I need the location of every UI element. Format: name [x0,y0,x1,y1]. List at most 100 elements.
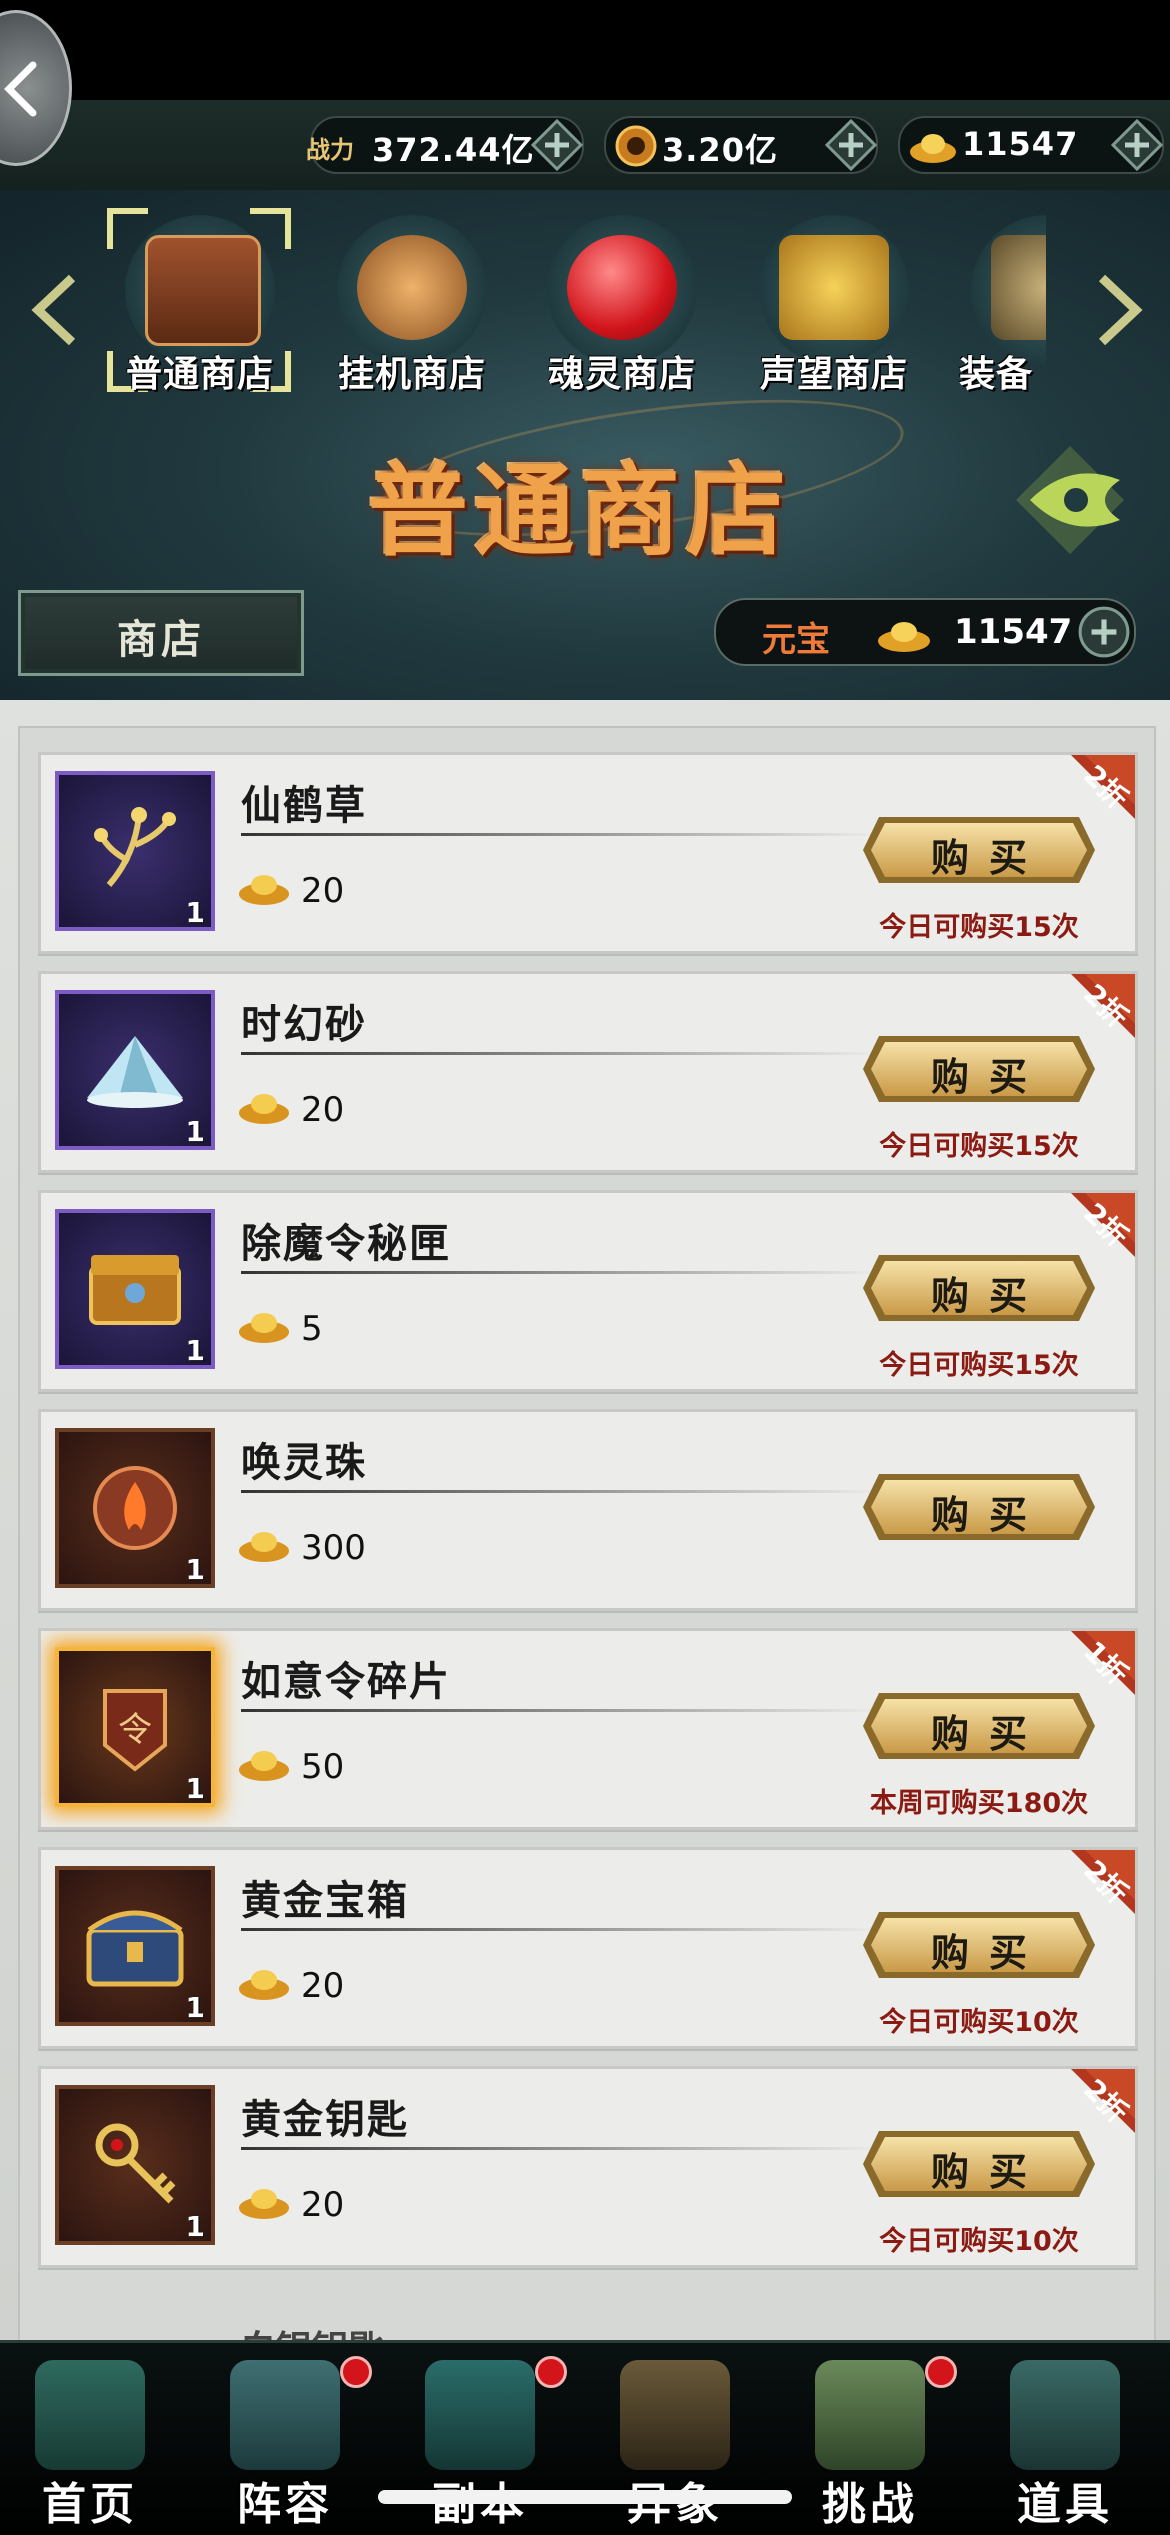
item-price: 20 [301,871,345,911]
crane-herb-icon[interactable]: 1 [55,771,215,931]
buy-button[interactable]: 购买 [861,1472,1097,1542]
notification-dot [535,2356,567,2388]
tab-general-shop[interactable]: 普通商店 [100,205,300,405]
notification-dot [925,2356,957,2388]
spirit-pearl-icon[interactable]: 1 [55,1428,215,1588]
item-name: 时幻砂 [241,1001,367,1048]
notification-dot [340,2356,372,2388]
item-quantity: 1 [185,1334,205,1367]
status-bar [0,0,1170,100]
home-pagoda-icon [35,2360,145,2470]
gold-ingot-icon [239,1094,289,1124]
time-sand-icon[interactable]: 1 [55,990,215,1150]
discount-ribbon: 2折 [1048,974,1135,1061]
item-price: 20 [301,1090,345,1130]
item-name: 黄金宝箱 [241,1877,409,1924]
item-quantity: 1 [185,896,205,929]
discount-ribbon: 2折 [1048,1850,1135,1937]
plus-icon[interactable] [530,118,584,172]
gold-ingot-icon [239,875,289,905]
buy-button-label: 购买 [930,1493,1047,1537]
item-price: 20 [301,2185,345,2225]
plus-icon[interactable] [1076,604,1132,660]
golden-crown-icon [779,235,889,340]
tab-prestige-shop[interactable]: 声望商店 [734,205,934,405]
gold-ingot-icon [239,1532,289,1562]
shop-item-row: 1 黄金钥匙 20 购买 今日可购买10次 2折 [38,2066,1138,2268]
purchase-limit: 本周可购买180次 [869,1788,1089,1819]
nav-label: 道具 [1017,2479,1113,2530]
gold-ingot-icon [239,2189,289,2219]
chevron-left-icon [4,61,37,117]
divider [241,1271,881,1274]
plus-icon[interactable] [1110,118,1164,172]
gold-ingot-icon [239,1970,289,2000]
shop-item-row: 1 除魔令秘匣 5 购买 今日可购买15次 2折 [38,1190,1138,1392]
scroll-left-arrow-icon[interactable] [28,270,82,350]
gold-ingot-icon [878,622,930,652]
item-price: 50 [301,1747,345,1787]
discount-ribbon: 2折 [1048,1193,1135,1280]
nav-item-challenge[interactable]: 挑战 [775,2350,965,2530]
scroll-right-arrow-icon[interactable] [1092,270,1146,350]
item-art [93,1466,177,1550]
item-name: 如意令碎片 [241,1658,451,1705]
shop-item-row: 令 1 如意令碎片 50 购买 本周可购买180次 1折 [38,1628,1138,1830]
power-value: 372.44亿 [372,131,535,169]
item-art [86,1910,184,1987]
ingot-display: 11547 [898,116,1164,174]
shop-button[interactable]: 商店 [18,590,304,676]
tab-label: 普通商店 [125,354,274,395]
demon-chest-icon[interactable]: 1 [55,1209,215,1369]
power-display: 战力 372.44亿 [306,116,584,174]
golden-chest-icon[interactable]: 1 [55,1866,215,2026]
golden-key-icon[interactable]: 1 [55,2085,215,2245]
nav-item-items[interactable]: 道具 [970,2350,1160,2530]
shop-item-row: 1 时幻砂 20 购买 今日可购买15次 2折 [38,971,1138,1173]
divider [241,2147,881,2150]
home-indicator[interactable] [378,2490,792,2504]
purchase-limit: 今日可购买10次 [879,2226,1079,2257]
ingot-currency-bar: 元宝 11547 [714,598,1136,666]
coin-value: 3.20亿 [662,131,778,169]
tab-spirit-shop[interactable]: 魂灵商店 [522,205,722,405]
red-spirit-orb-icon [567,235,677,340]
equipment-armor-icon [991,235,1046,340]
purchase-limit: 今日可购买15次 [879,912,1079,943]
item-quantity: 1 [185,1991,205,2024]
nav-item-lineup[interactable]: 阵容 [190,2350,380,2530]
purchase-limit: 今日可购买15次 [879,1350,1079,1381]
shop-item-row: 1 唤灵珠 300 购买 [38,1409,1138,1611]
shop-button-label: 商店 [117,617,205,663]
ruyi-shard-icon[interactable]: 令1 [55,1647,215,1807]
item-name: 仙鹤草 [241,782,367,829]
item-price: 5 [301,1309,323,1349]
treasure-chest-icon [145,235,261,346]
item-name: 除魔令秘匣 [241,1220,451,1267]
nav-label: 首页 [42,2479,138,2530]
dungeon-sword-icon [425,2360,535,2470]
tab-equipment-shop[interactable]: 装备 [946,205,1046,405]
coin-display: 3.20亿 [604,116,878,174]
tab-label: 装备 [958,354,1033,395]
plus-icon[interactable] [824,118,878,172]
gold-coin-pouch-icon [357,235,467,340]
gold-ingot-icon [239,1313,289,1343]
divider [241,1709,881,1712]
tab-idle-shop[interactable]: 挂机商店 [312,205,512,405]
item-quantity: 1 [185,1553,205,1586]
divider [241,833,881,836]
purchase-limit: 今日可购买10次 [879,2007,1079,2038]
item-art [94,807,176,887]
nav-item-home[interactable]: 首页 [0,2350,185,2530]
divider [241,1052,881,1055]
discount-ribbon: 2折 [1048,2069,1135,2156]
tab-label: 挂机商店 [337,354,486,395]
divider [241,1490,881,1493]
eye-emblem-icon[interactable] [1010,440,1130,560]
crossed-swords-icon [620,2360,730,2470]
nav-label: 挑战 [822,2479,918,2530]
item-name: 唤灵珠 [241,1439,367,1486]
item-name: 黄金钥匙 [241,2096,409,2143]
ingot-value: 11547 [962,125,1079,163]
